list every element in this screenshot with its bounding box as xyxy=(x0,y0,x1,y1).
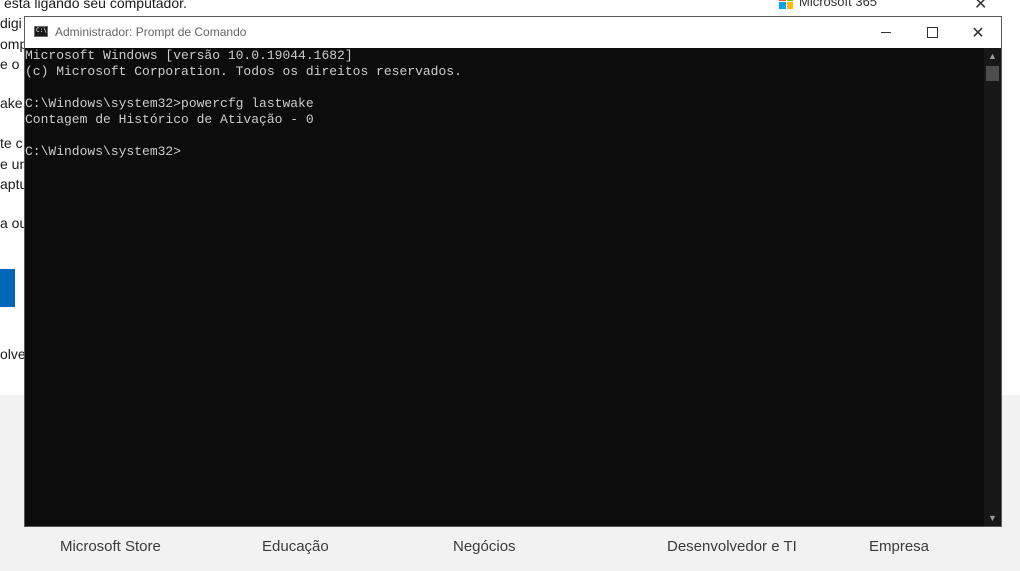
footer-link-microsoft-store[interactable]: Microsoft Store xyxy=(60,538,161,555)
window-title: Administrador: Prompt de Comando xyxy=(55,25,247,39)
footer-link-educacao[interactable]: Educação xyxy=(262,538,329,555)
minimize-button[interactable] xyxy=(863,17,909,48)
microsoft-logo-icon xyxy=(779,0,793,9)
maximize-button[interactable] xyxy=(909,17,955,48)
footer-link-desenvolvedor-ti[interactable]: Desenvolvedor e TI xyxy=(667,538,797,555)
minimize-icon xyxy=(881,32,891,33)
article-text-fragment: olve xyxy=(0,346,26,362)
maximize-icon xyxy=(926,27,938,38)
vertical-scrollbar[interactable]: ▲ ▼ xyxy=(984,48,1001,526)
article-text-fragment: te c xyxy=(0,135,23,151)
console-prompt-line[interactable]: C:\Windows\system32> xyxy=(25,144,984,160)
article-text-fragment: está ligando seu computador. xyxy=(4,0,187,11)
article-text-fragment: ake xyxy=(0,95,23,111)
footer-link-empresa[interactable]: Empresa xyxy=(869,538,929,555)
close-button[interactable]: ✕ xyxy=(955,17,1001,48)
console-line: Microsoft Windows [versão 10.0.19044.168… xyxy=(25,48,353,63)
banner-close-icon[interactable]: ✕ xyxy=(974,0,987,14)
cmd-app-icon[interactable]: C:\ xyxy=(34,26,48,37)
close-icon: ✕ xyxy=(971,23,985,42)
article-blue-button[interactable] xyxy=(0,269,15,307)
scroll-up-arrow-icon[interactable]: ▲ xyxy=(984,48,1001,64)
command-prompt-window[interactable]: C:\ Administrador: Prompt de Comando ✕ M… xyxy=(24,16,1002,527)
scroll-down-arrow-icon[interactable]: ▼ xyxy=(984,510,1001,526)
console-output[interactable]: Microsoft Windows [versão 10.0.19044.168… xyxy=(25,48,984,526)
window-title-bar[interactable]: C:\ Administrador: Prompt de Comando ✕ xyxy=(25,17,1001,48)
microsoft-365-link[interactable]: Microsoft 365 xyxy=(779,0,877,9)
article-text-fragment: digi xyxy=(0,15,22,31)
scrollbar-thumb[interactable] xyxy=(986,66,999,81)
microsoft-365-label: Microsoft 365 xyxy=(799,0,878,9)
console-line: Contagem de Histórico de Ativação - 0 xyxy=(25,112,314,127)
footer-link-negocios[interactable]: Negócios xyxy=(453,538,516,555)
console-line: (c) Microsoft Corporation. Todos os dire… xyxy=(25,64,462,79)
console-line: C:\Windows\system32>powercfg lastwake xyxy=(25,96,314,111)
